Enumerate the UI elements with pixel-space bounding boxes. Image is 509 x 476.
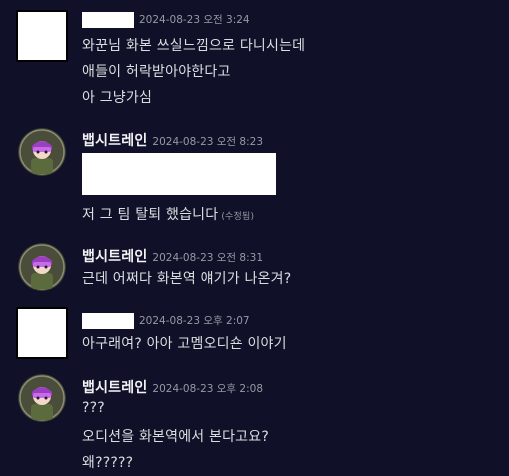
message-text: 저 그 팀 탈퇴 했습니다 (수정됨) xyxy=(82,204,254,224)
character-avatar-icon xyxy=(18,374,66,422)
timestamp: 2024-08-23 오전 3:24 xyxy=(139,14,250,26)
timestamp: 2024-08-23 오후 2:08 xyxy=(152,383,264,395)
username[interactable]: 뱁시트레인 xyxy=(82,130,147,150)
username-redacted[interactable] xyxy=(82,313,134,329)
edited-label: (수정됨) xyxy=(221,212,255,222)
avatar[interactable] xyxy=(18,128,66,176)
character-avatar-icon xyxy=(18,128,66,176)
message-text: 오디션을 화본역에서 본다고요? xyxy=(82,429,269,445)
message-text: 애들이 허락받아야한다고 xyxy=(82,64,231,80)
avatar[interactable] xyxy=(18,374,66,422)
redacted-content xyxy=(82,153,276,195)
timestamp: 2024-08-23 오후 2:07 xyxy=(139,315,250,327)
message-text: ??? xyxy=(82,400,105,416)
avatar[interactable] xyxy=(16,307,68,359)
message-text: 왜????? xyxy=(82,455,134,471)
message-text: 근데 어쩌다 화본역 얘기가 나온겨? xyxy=(82,271,292,287)
username[interactable]: 뱁시트레인 xyxy=(82,377,147,397)
timestamp: 2024-08-23 오전 8:31 xyxy=(152,252,264,264)
message-text: 아 그냥가심 xyxy=(82,90,153,106)
timestamp: 2024-08-23 오전 8:23 xyxy=(152,136,264,148)
username[interactable]: 뱁시트레인 xyxy=(82,246,147,266)
message-header: 2024-08-23 오전 3:24 xyxy=(82,12,250,28)
message-header: 뱁시트레인 2024-08-23 오전 8:23 xyxy=(82,130,263,150)
chat-message-list: 2024-08-23 오전 3:24 와꾼님 화본 쓰실느낌으로 다니시는데 애… xyxy=(0,0,509,476)
character-avatar-icon xyxy=(18,243,66,291)
avatar[interactable] xyxy=(18,243,66,291)
message-text-content: 저 그 팀 탈퇴 했습니다 xyxy=(82,207,219,223)
message-text: 아구래여? 아아 고멤오디숀 이야기 xyxy=(82,336,287,352)
message-header: 2024-08-23 오후 2:07 xyxy=(82,313,250,329)
message-header: 뱁시트레인 2024-08-23 오후 2:08 xyxy=(82,377,263,397)
message-text: 와꾼님 화본 쓰실느낌으로 다니시는데 xyxy=(82,38,306,54)
username-redacted[interactable] xyxy=(82,12,134,28)
avatar[interactable] xyxy=(16,10,68,62)
message-header: 뱁시트레인 2024-08-23 오전 8:31 xyxy=(82,246,263,266)
